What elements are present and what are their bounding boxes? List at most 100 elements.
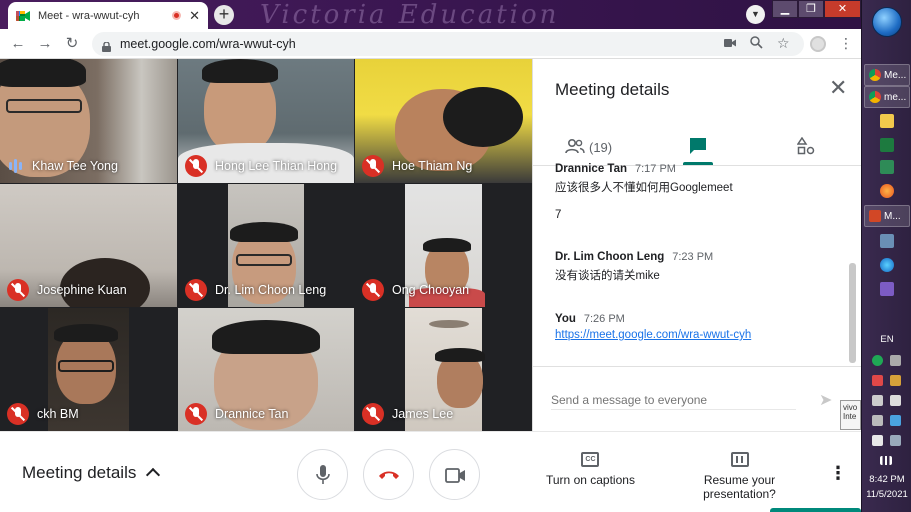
taskbar-app-chrome[interactable]: Me... xyxy=(864,64,910,86)
meeting-details-button[interactable]: Meeting details xyxy=(22,463,161,483)
chat-message: Drannice Tan 7:17 PM 应该很多人不懂如何用Googlemeet… xyxy=(555,163,845,221)
clock-date[interactable]: 11/5/2021 xyxy=(862,489,911,500)
message-time: 7:26 PM xyxy=(583,313,625,325)
participant-name: Khaw Tee Yong xyxy=(32,159,118,173)
signal-icon[interactable] xyxy=(880,456,892,465)
back-icon[interactable]: ← xyxy=(9,35,27,53)
tab-chat[interactable] xyxy=(683,129,713,165)
speaking-indicator-icon xyxy=(7,155,24,177)
tab-people[interactable]: (19) xyxy=(565,129,612,165)
forward-icon[interactable]: → xyxy=(36,35,54,53)
mic-off-icon xyxy=(362,403,384,425)
url-field[interactable]: meet.google.com/wra-wwut-cyh xyxy=(92,32,804,56)
captions-button[interactable]: CC Turn on captions xyxy=(546,452,635,487)
network-icon[interactable] xyxy=(890,415,901,426)
participant-name: ckh BM xyxy=(37,407,79,421)
video-tile[interactable]: Ong Chooyan xyxy=(355,184,532,307)
volume-icon[interactable] xyxy=(872,435,883,446)
captions-label: Turn on captions xyxy=(546,473,635,487)
app-icon[interactable] xyxy=(880,234,894,248)
camera-permission-icon[interactable] xyxy=(724,36,737,51)
camera-button[interactable] xyxy=(429,449,480,500)
firefox-icon[interactable] xyxy=(880,184,894,198)
tab-search-icon[interactable]: ▼ xyxy=(746,5,765,24)
leave-call-button[interactable] xyxy=(363,449,414,500)
glasses xyxy=(58,360,114,372)
chevron-up-icon xyxy=(146,467,161,483)
video-tile[interactable]: Hong Lee Thian Hong xyxy=(178,59,354,183)
present-label: presentation? xyxy=(703,487,776,501)
message-text: 7 xyxy=(555,209,562,221)
video-tile[interactable]: Hoe Thiam Ng xyxy=(355,59,532,183)
message-text: 没有谈话的请关mike xyxy=(555,270,660,282)
window-close-button[interactable]: ✕ xyxy=(824,0,861,18)
start-button[interactable] xyxy=(872,7,902,37)
new-tab-button[interactable]: + xyxy=(214,5,234,25)
browser-tab[interactable]: Meet - wra-wwut-cyh ✕ xyxy=(8,2,208,29)
chrome-icon xyxy=(869,69,881,81)
mic-off-icon xyxy=(7,403,29,425)
zoom-icon[interactable] xyxy=(750,36,763,52)
chat-message-input[interactable] xyxy=(551,389,796,411)
sheet-icon[interactable] xyxy=(880,160,894,174)
resume-presentation-button[interactable]: Resume your presentation? xyxy=(697,452,782,501)
reload-icon[interactable]: ↻ xyxy=(63,35,81,53)
tray-check-icon[interactable] xyxy=(872,355,883,366)
participant-hair xyxy=(435,348,485,362)
clock-time[interactable]: 8:42 PM xyxy=(862,474,911,485)
video-tile[interactable]: Khaw Tee Yong xyxy=(0,59,177,183)
video-tile[interactable]: ckh BM xyxy=(0,308,177,431)
mic-off-icon xyxy=(185,155,207,177)
tray-icon[interactable] xyxy=(890,355,901,366)
flag-icon[interactable] xyxy=(890,395,901,406)
tray-icon[interactable] xyxy=(872,395,883,406)
powerpoint-icon xyxy=(869,210,881,222)
glasses xyxy=(6,99,82,113)
excel-icon[interactable] xyxy=(880,138,894,152)
tab-close-icon[interactable]: ✕ xyxy=(189,8,200,24)
tab-activities[interactable] xyxy=(796,129,815,165)
tray-icon[interactable] xyxy=(872,415,883,426)
panel-title: Meeting details xyxy=(555,80,670,99)
windows-taskbar: Me... me... M... EN 8:42 PM 11/5/2021 xyxy=(861,0,911,512)
taskbar-app-chrome[interactable]: me... xyxy=(864,86,910,108)
message-time: 7:23 PM xyxy=(672,251,714,263)
video-tile[interactable]: James Lee xyxy=(355,308,532,431)
edge-icon[interactable] xyxy=(880,258,894,272)
meet-icon xyxy=(16,9,30,23)
more-options-icon[interactable]: ⋮ xyxy=(829,463,847,484)
video-tile[interactable]: Josephine Kuan xyxy=(0,184,177,307)
message-link[interactable]: https://meet.google.com/wra-wwut-cyh xyxy=(555,329,845,341)
participant-label: Khaw Tee Yong xyxy=(7,155,118,177)
profile-avatar[interactable] xyxy=(810,36,826,52)
folder-icon[interactable] xyxy=(880,114,894,128)
tray-alert-icon[interactable] xyxy=(872,375,883,386)
message-sender: Dr. Lim Choon Leng xyxy=(555,251,665,263)
send-icon[interactable]: ➤ xyxy=(819,390,832,410)
tray-icon[interactable] xyxy=(890,375,901,386)
tray-icon[interactable] xyxy=(890,435,901,446)
chat-scrollbar[interactable] xyxy=(849,263,856,363)
mic-off-icon xyxy=(185,279,207,301)
close-panel-icon[interactable]: ✕ xyxy=(829,77,847,99)
hang-up-icon xyxy=(379,471,399,479)
maximize-button[interactable]: ❐ xyxy=(798,0,824,18)
minimize-button[interactable]: ▁ xyxy=(772,0,798,18)
participant-name: Josephine Kuan xyxy=(37,283,127,297)
media-icon[interactable] xyxy=(880,282,894,296)
browser-menu-icon[interactable]: ⋮ xyxy=(839,35,853,52)
taskbar-app-powerpoint[interactable]: M... xyxy=(864,205,910,227)
chat-icon xyxy=(689,137,707,158)
video-tile[interactable]: Dr. Lim Choon Leng xyxy=(178,184,354,307)
microphone-button[interactable] xyxy=(297,449,348,500)
chat-message: You 7:26 PM https://meet.google.com/wra-w… xyxy=(555,313,845,341)
bookmark-star-icon[interactable]: ☆ xyxy=(777,35,790,52)
participant-hair xyxy=(212,320,320,354)
address-bar: ← → ↻ meet.google.com/wra-wwut-cyh ☆ ⋮ xyxy=(0,29,861,59)
video-tile[interactable]: Drannice Tan xyxy=(178,308,354,431)
taskbar-app-label: Me... xyxy=(884,69,907,81)
presentation-indicator xyxy=(770,508,861,512)
people-icon xyxy=(565,138,585,157)
captions-icon: CC xyxy=(581,452,600,467)
language-indicator[interactable]: EN xyxy=(862,334,911,345)
